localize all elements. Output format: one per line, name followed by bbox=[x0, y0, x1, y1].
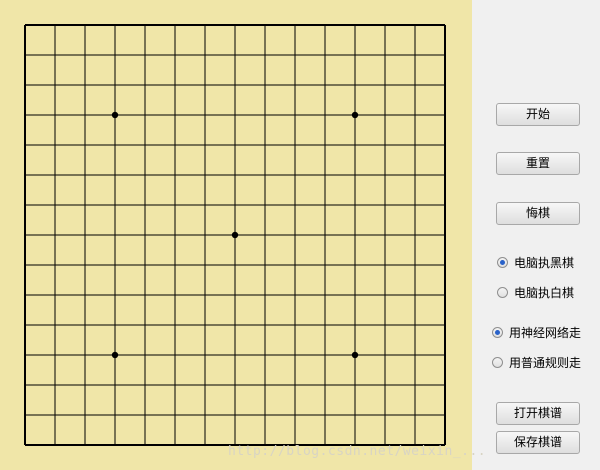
star-point bbox=[351, 351, 359, 359]
start-button[interactable]: 开始 bbox=[496, 103, 580, 126]
undo-button[interactable]: 悔棋 bbox=[496, 202, 580, 225]
radio-computer-white[interactable]: 电脑执白棋 bbox=[497, 283, 574, 301]
radio-normal-rules[interactable]: 用普通规则走 bbox=[492, 353, 581, 371]
radio-label: 用神经网络走 bbox=[509, 325, 582, 340]
save-record-button[interactable]: 保存棋谱 bbox=[496, 431, 580, 454]
radio-computer-black[interactable]: 电脑执黑棋 bbox=[497, 253, 574, 271]
star-point bbox=[111, 351, 119, 359]
radio-circle-icon bbox=[497, 286, 508, 298]
go-board[interactable] bbox=[0, 0, 472, 470]
radio-circle-icon bbox=[497, 256, 508, 268]
open-record-button[interactable]: 打开棋谱 bbox=[496, 402, 580, 425]
board-area bbox=[0, 0, 472, 470]
watermark: http://blog.csdn.net/weixin_... bbox=[228, 444, 487, 459]
radio-circle-icon bbox=[492, 326, 503, 338]
radio-label: 电脑执白棋 bbox=[514, 285, 575, 300]
radio-label: 用普通规则走 bbox=[509, 355, 582, 370]
radio-circle-icon bbox=[492, 356, 503, 368]
radio-neural-network[interactable]: 用神经网络走 bbox=[492, 323, 581, 341]
radio-label: 电脑执黑棋 bbox=[514, 255, 575, 270]
reset-button[interactable]: 重置 bbox=[496, 152, 580, 175]
star-point bbox=[351, 111, 359, 119]
star-point bbox=[111, 111, 119, 119]
star-point bbox=[231, 231, 239, 239]
